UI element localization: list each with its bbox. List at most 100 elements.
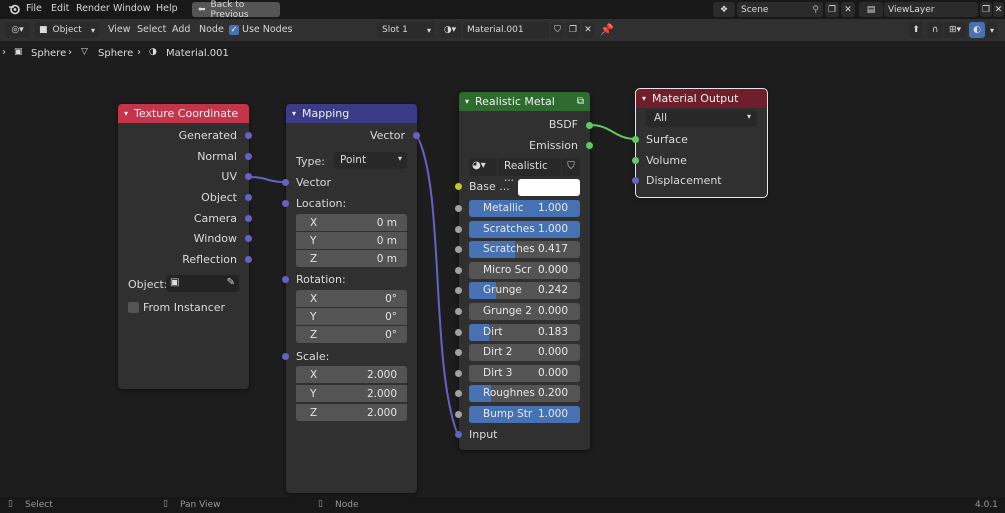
view-layer-field[interactable]: ViewLayer [884,2,978,17]
socket-slider[interactable] [455,225,462,233]
menu-window[interactable]: Window [113,3,150,14]
shader-type-select[interactable]: ■ Object ▾ [35,22,99,38]
rotation-y[interactable]: Y 0° [296,308,407,325]
socket-slider[interactable] [455,369,462,377]
menu-add[interactable]: Add [172,24,190,35]
socket-base-color[interactable] [455,183,462,190]
overlays-button[interactable]: ◐ [969,22,985,38]
slider-row[interactable]: Micro Scr 0.000 [469,261,580,279]
view-layer-type-button[interactable]: ▤ [859,2,883,17]
location-z[interactable]: Z0 m [296,250,407,267]
material-output-node[interactable]: ▾ Material Output All ▾ Surface Volume D… [632,88,768,198]
slider-row[interactable]: Metallic 1.000 [469,200,580,217]
slot-select[interactable]: Slot 1 ▾ [377,22,435,38]
chevron-down-icon[interactable]: ▾ [465,97,469,106]
slider-row[interactable]: Grunge 2 0.000 [469,303,580,320]
socket-slider[interactable] [455,308,462,315]
slider-row[interactable]: Dirt 3 0.000 [469,364,580,382]
slider-row[interactable]: Bump Str 1.000 [469,406,580,423]
object-field[interactable]: ▣ ✎ [166,275,239,292]
socket-rotation[interactable] [282,276,289,283]
menu-node[interactable]: Node [199,24,224,35]
group-name-field[interactable]: Realistic ... [498,158,561,184]
base-color-swatch[interactable] [518,179,580,196]
texture-coordinate-header[interactable]: ▾ Texture Coordinate [118,104,249,123]
from-instancer-checkbox[interactable] [128,302,139,313]
unlink-material-button[interactable]: ✕ [582,22,594,38]
socket-generated[interactable] [245,132,252,139]
pin-icon[interactable]: ⚲ [812,5,819,15]
socket-vector-in[interactable] [282,179,289,186]
snap-toggle-button[interactable]: ∩ [927,22,943,38]
parent-node-tree-button[interactable]: ⬆ [909,22,923,38]
menu-edit[interactable]: Edit [51,3,69,14]
new-scene-button[interactable]: ❐ [825,2,839,17]
editor-type-button[interactable]: ◎▾ [5,22,30,38]
socket-uv[interactable] [245,173,252,180]
socket-bsdf[interactable] [586,122,593,129]
location-x[interactable]: X0 m [296,214,407,231]
socket-slider[interactable] [455,349,462,357]
mapping-node[interactable]: ▾ Mapping Vector Type: Point ▾ Vector Lo… [282,104,420,493]
pin-icon[interactable]: 📌 [600,23,614,36]
slider-row[interactable]: Dirt 2 0.000 [469,344,580,362]
menu-help[interactable]: Help [156,3,178,14]
slider-row[interactable]: Roughnes 0.200 [469,385,580,403]
slider-row[interactable]: Scratches 0.417 [469,241,580,259]
node-group-icon[interactable]: ⧉ [577,96,584,107]
node-canvas[interactable]: ▾ Texture Coordinate Generated Normal UV… [0,67,1005,497]
group-fake-user-button[interactable]: ⛉ [562,158,580,176]
scale-z[interactable]: Z 2.000 [296,404,407,421]
socket-displacement[interactable] [632,177,639,184]
socket-window[interactable] [245,235,252,242]
eyedropper-icon[interactable]: ✎ [227,277,235,288]
socket-vector-out[interactable] [413,132,420,139]
realistic-metal-node[interactable]: ▾ Realistic Metal ⧉ BSDF Emission ◕▾ Rea… [455,92,593,450]
scene-field[interactable]: Scene ⚲ [737,2,823,17]
blender-logo-icon[interactable] [8,3,20,15]
socket-normal[interactable] [245,153,252,160]
chevron-down-icon[interactable]: ▾ [642,94,646,103]
chevron-down-icon[interactable]: ▾ [124,109,128,118]
realistic-metal-header[interactable]: ▾ Realistic Metal ⧉ [459,92,590,111]
location-y[interactable]: Y0 m [296,232,407,249]
socket-slider[interactable] [455,390,462,398]
socket-scale[interactable] [282,353,289,360]
socket-camera[interactable] [245,215,252,222]
socket-input[interactable] [455,431,462,438]
material-name-field[interactable]: Material.001 [463,22,549,38]
rotation-z[interactable]: Z 0° [296,326,407,343]
menu-render[interactable]: Render [76,3,110,14]
chevron-down-icon[interactable]: ▾ [292,109,296,118]
socket-volume[interactable] [632,157,639,164]
menu-file[interactable]: File [26,3,42,14]
socket-emission[interactable] [586,142,593,149]
overlays-dropdown[interactable]: ▾ [986,22,998,38]
socket-object[interactable] [245,194,252,201]
menu-view[interactable]: View [108,24,131,35]
slider-row[interactable]: Grunge 0.242 [469,282,580,300]
snap-target-select[interactable]: ⊞▾ [944,22,966,38]
texture-coordinate-node[interactable]: ▾ Texture Coordinate Generated Normal UV… [118,104,252,389]
socket-surface[interactable] [632,136,639,143]
socket-reflection[interactable] [245,256,252,263]
mapping-header[interactable]: ▾ Mapping [286,104,417,123]
target-select[interactable]: All ▾ [646,110,757,127]
slider-row[interactable]: Scratches 1.000 [469,220,580,238]
socket-location[interactable] [282,200,289,207]
delete-view-layer-button[interactable]: ✕ [993,2,1004,17]
delete-scene-button[interactable]: ✕ [841,2,855,17]
rotation-x[interactable]: X 0° [296,290,407,307]
type-select[interactable]: Point ▾ [334,152,407,169]
new-view-layer-button[interactable]: ❐ [980,2,992,17]
breadcrumb-material[interactable]: Material.001 [166,48,229,59]
back-to-previous-button[interactable]: ⬅ Back to Previous [192,0,280,20]
socket-slider[interactable] [455,205,462,212]
slider-row[interactable]: Dirt 0.183 [469,323,580,341]
scale-x[interactable]: X 2.000 [296,366,407,383]
breadcrumb-mesh[interactable]: Sphere [98,48,133,59]
group-browse-button[interactable]: ◕▾ [469,158,497,176]
menu-select[interactable]: Select [137,24,166,35]
duplicate-material-button[interactable]: ❐ [566,22,580,38]
breadcrumb-object[interactable]: Sphere [31,48,66,59]
